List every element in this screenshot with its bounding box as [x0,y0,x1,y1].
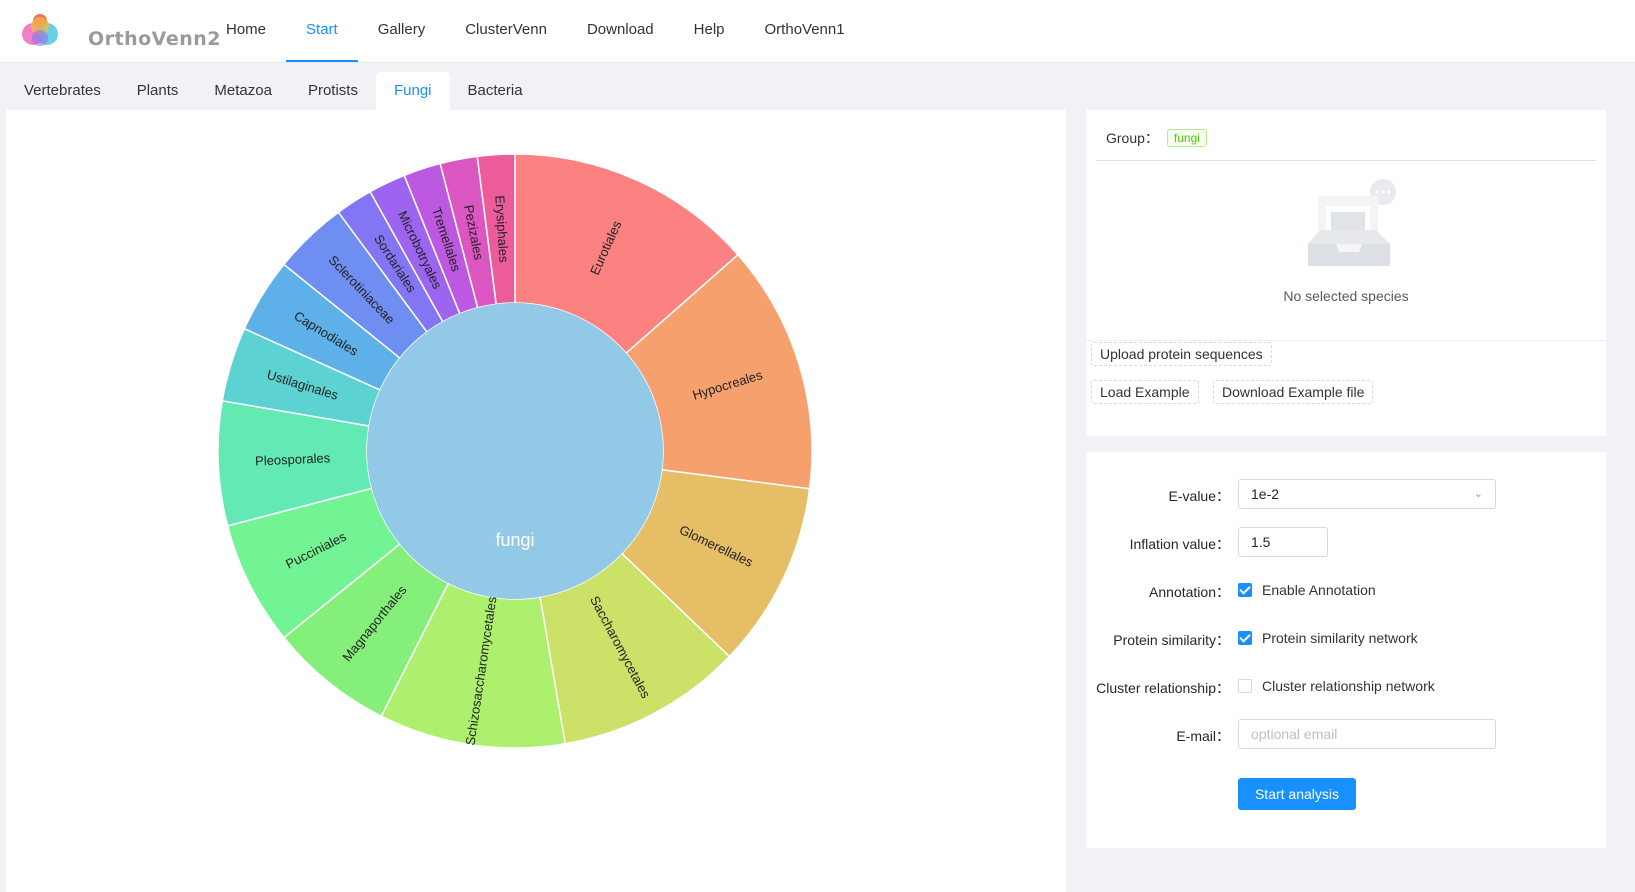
empty-text: No selected species [1283,288,1409,304]
similarity-checkbox[interactable]: Protein similarity network [1238,630,1418,646]
nav-item-download[interactable]: Download [567,0,674,62]
inflation-label: Inflation value： [1129,536,1230,552]
logo[interactable]: OrthoVenn2 [20,8,221,52]
annotation-label: Annotation： [1149,584,1230,600]
inflation-input[interactable] [1238,527,1328,557]
email-label: E-mail： [1176,728,1230,744]
group-row: Group： fungi [1106,128,1207,148]
cluster-checkbox[interactable]: Cluster relationship network [1238,678,1435,694]
similarity-label: Protein similarity： [1113,632,1230,648]
main-nav: Home Start Gallery ClusterVenn Download Help O… [206,0,865,62]
download-example-button[interactable]: Download Example file [1213,380,1374,404]
logo-circles-icon [22,14,58,46]
evalue-label: E-value： [1168,488,1230,504]
sunburst-center[interactable] [367,303,663,599]
nav-item-orthovenn1[interactable]: OrthoVenn1 [745,0,865,62]
species-panel: Group： fungi No selected species Upload … [1086,110,1606,436]
annotation-checkbox[interactable]: Enable Annotation [1238,582,1376,598]
center-label: fungi [495,530,534,550]
tab-fungi[interactable]: Fungi [375,72,450,110]
nav-item-start[interactable]: Start [286,0,358,62]
tab-vertebrates[interactable]: Vertebrates [6,72,119,110]
checkbox-unchecked-icon[interactable] [1238,679,1252,693]
tab-protists[interactable]: Protists [290,72,376,110]
logo-text: OrthoVenn2 [88,28,222,50]
sunburst-chart: EurotialesHypocrealesGlomerellalesSaccha… [217,153,813,749]
upload-button[interactable]: Upload protein sequences [1091,342,1272,366]
nav-item-home[interactable]: Home [206,0,286,62]
similarity-option: Protein similarity network [1262,630,1418,646]
load-example-button[interactable]: Load Example [1091,380,1199,404]
chevron-down-icon: ⌄ [1473,488,1483,500]
nav-item-gallery[interactable]: Gallery [358,0,446,62]
checkbox-checked-icon[interactable] [1238,631,1252,645]
tab-metazoa[interactable]: Metazoa [196,72,290,110]
nav-item-help[interactable]: Help [674,0,745,62]
group-tag[interactable]: fungi [1166,129,1207,147]
checkbox-checked-icon[interactable] [1238,583,1252,597]
start-analysis-button[interactable]: Start analysis [1238,778,1356,810]
nav-item-clustervenn[interactable]: ClusterVenn [445,0,567,62]
tab-plants[interactable]: Plants [119,72,197,110]
divider [1086,340,1606,341]
analysis-form: E-value： 1e-2 ⌄ Inflation value： Annotat… [1086,452,1606,848]
group-label: Group： [1106,130,1159,146]
email-input[interactable] [1238,719,1496,749]
annotation-option: Enable Annotation [1262,582,1376,598]
evalue-select[interactable]: 1e-2 ⌄ [1238,479,1496,509]
divider [1096,160,1596,161]
sunburst-chart-panel: Eurotiales Hypocreales Glomerellales Saccha… [6,110,1066,892]
tab-bacteria[interactable]: Bacteria [450,72,541,110]
cluster-option: Cluster relationship network [1262,678,1435,694]
cluster-label: Cluster relationship： [1096,680,1230,696]
segment-label: Pleosporales [255,450,331,468]
evalue-value: 1e-2 [1251,486,1280,502]
empty-inbox-icon [1308,179,1396,266]
top-navbar: OrthoVenn2 Home Start Gallery ClusterVenn Do… [0,0,1635,63]
taxonomy-tabs: Vertebrates Plants Metazoa Protists Fungi Bac… [6,72,541,110]
